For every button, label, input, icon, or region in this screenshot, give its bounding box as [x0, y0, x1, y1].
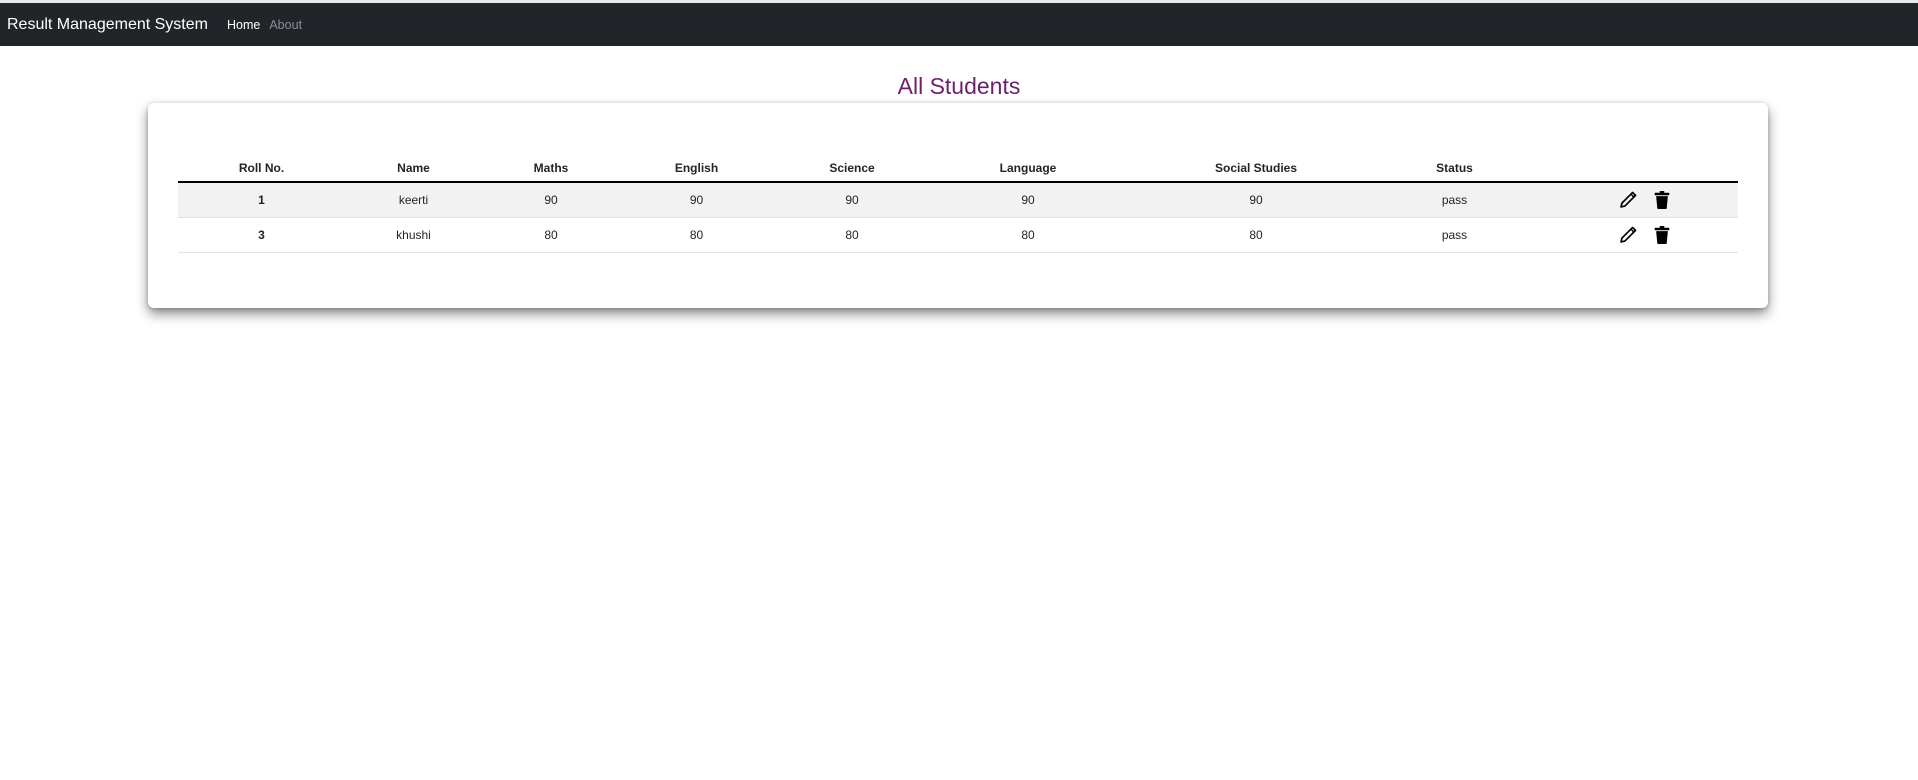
cell-science: 90 [773, 182, 931, 218]
column-header-language: Language [931, 154, 1125, 183]
cell-roll: 1 [178, 182, 345, 218]
nav-link-about[interactable]: About [269, 18, 302, 32]
row-actions [1522, 226, 1738, 244]
table-row: 1 keerti 90 90 90 90 90 pass [178, 182, 1738, 218]
cell-actions [1522, 182, 1738, 218]
cell-maths: 80 [482, 217, 620, 253]
delete-icon[interactable] [1653, 226, 1671, 244]
edit-icon[interactable] [1619, 226, 1637, 244]
column-header-roll: Roll No. [178, 154, 345, 183]
edit-icon[interactable] [1619, 191, 1637, 209]
cell-name: keerti [345, 182, 482, 218]
cell-language: 90 [931, 182, 1125, 218]
cell-roll: 3 [178, 217, 345, 253]
students-card: Roll No. Name Maths English Science Lang… [148, 103, 1768, 308]
column-header-science: Science [773, 154, 931, 183]
cell-social-studies: 80 [1125, 217, 1387, 253]
column-header-status: Status [1387, 154, 1522, 183]
cell-name: khushi [345, 217, 482, 253]
column-header-english: English [620, 154, 773, 183]
nav-link-home[interactable]: Home [227, 18, 260, 32]
table-header-row: Roll No. Name Maths English Science Lang… [178, 154, 1738, 183]
cell-social-studies: 90 [1125, 182, 1387, 218]
page-title: All Students [897, 73, 1021, 99]
column-header-social-studies: Social Studies [1125, 154, 1387, 183]
column-header-maths: Maths [482, 154, 620, 183]
navbar-brand[interactable]: Result Management System [7, 16, 208, 34]
cell-english: 90 [620, 182, 773, 218]
students-table: Roll No. Name Maths English Science Lang… [178, 154, 1738, 253]
column-header-actions [1522, 154, 1738, 183]
row-actions [1522, 191, 1738, 209]
cell-maths: 90 [482, 182, 620, 218]
cell-science: 80 [773, 217, 931, 253]
cell-actions [1522, 217, 1738, 253]
cell-status: pass [1387, 182, 1522, 218]
cell-language: 80 [931, 217, 1125, 253]
navbar: Result Management System Home About [0, 3, 1918, 46]
table-row: 3 khushi 80 80 80 80 80 pass [178, 217, 1738, 253]
cell-english: 80 [620, 217, 773, 253]
column-header-name: Name [345, 154, 482, 183]
cell-status: pass [1387, 217, 1522, 253]
delete-icon[interactable] [1653, 191, 1671, 209]
